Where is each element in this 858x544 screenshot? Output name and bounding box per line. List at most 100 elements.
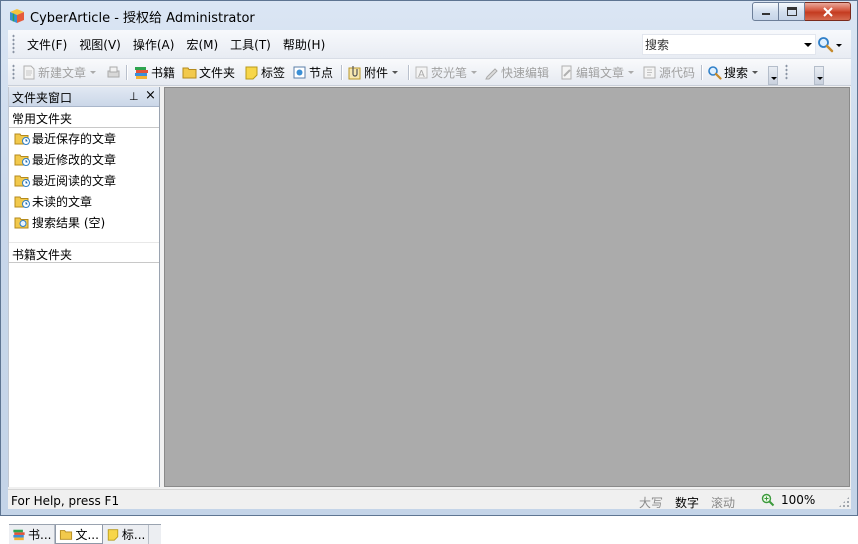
chevron-down-icon	[90, 70, 97, 74]
toolbar-grip[interactable]	[12, 64, 15, 80]
unread-folder-icon	[14, 196, 30, 208]
new-article-button[interactable]: 新建文章	[21, 62, 97, 82]
edit-document-icon	[561, 65, 572, 79]
edit-article-button[interactable]: 编辑文章	[559, 62, 635, 82]
attachment-icon	[348, 65, 361, 79]
list-item[interactable]: 最近修改的文章	[9, 149, 159, 170]
folders-label: 文件夹	[199, 65, 236, 80]
toolbar-separator	[701, 65, 702, 80]
toolbar-separator	[408, 65, 409, 80]
panel-close-icon[interactable]: ×	[145, 88, 156, 103]
tab-books[interactable]: 书...	[9, 525, 56, 544]
list-item[interactable]: 最近阅读的文章	[9, 170, 159, 191]
search-results-folder-icon	[14, 217, 29, 229]
source-code-icon	[643, 66, 656, 78]
panel-tabs: 书... 文... 标...	[9, 524, 161, 544]
menu-tools[interactable]: 工具(T)	[224, 36, 277, 53]
list-item-label: 搜索结果 (空)	[32, 216, 106, 230]
minimize-icon	[761, 12, 770, 15]
chevron-down-icon	[836, 43, 842, 47]
list-item[interactable]: 搜索结果 (空)	[9, 212, 159, 233]
menu-file[interactable]: 文件(F)	[21, 36, 73, 53]
edit-article-label: 编辑文章	[576, 65, 625, 80]
highlighter-label: 荧光笔	[431, 65, 468, 80]
close-button[interactable]	[805, 2, 851, 21]
tab-tags[interactable]: 标...	[103, 525, 150, 544]
books-icon	[135, 66, 148, 79]
recent-read-folder-icon	[14, 175, 30, 187]
list-item-label: 最近保存的文章	[32, 132, 117, 146]
print-button[interactable]	[106, 62, 123, 82]
zoom-control[interactable]: 100%	[761, 492, 815, 508]
tag-icon	[245, 66, 258, 79]
search-input[interactable]	[645, 37, 795, 53]
quick-edit-button[interactable]: 快速编辑	[484, 62, 549, 82]
menu-help[interactable]: 帮助(H)	[277, 36, 331, 53]
search-history-dropdown[interactable]	[804, 43, 812, 47]
common-folders-header[interactable]: 常用文件夹	[9, 107, 159, 128]
tab-folders[interactable]: 文...	[55, 525, 103, 544]
new-article-label: 新建文章	[38, 65, 87, 80]
source-code-button[interactable]: 源代码	[642, 62, 695, 82]
toolbar-overflow-button[interactable]	[768, 66, 778, 85]
tags-label: 标签	[261, 65, 286, 80]
caps-lock-indicator: 大写	[639, 496, 664, 510]
toolbar-search-button[interactable]: 搜索	[707, 62, 759, 82]
folder-icon	[60, 529, 73, 540]
minimize-button[interactable]	[752, 2, 779, 21]
scroll-lock-indicator: 滚动	[711, 496, 736, 510]
toolbar-overflow-button[interactable]	[814, 66, 824, 85]
window-title: CyberArticle - 授权给 Administrator	[30, 11, 255, 26]
search-go-button[interactable]	[817, 35, 847, 54]
highlighter-button[interactable]: A 荧光笔	[414, 62, 478, 82]
toolbar-separator	[341, 65, 342, 80]
client-area: 文件(F) 视图(V) 操作(A) 宏(M) 工具(T) 帮助(H) 搜索 新建…	[8, 30, 851, 544]
num-lock-indicator: 数字	[675, 496, 700, 510]
status-help-text: For Help, press F1	[11, 494, 120, 508]
resize-grip[interactable]	[838, 496, 850, 508]
mdi-client-area[interactable]	[164, 87, 850, 487]
magnifier-icon	[818, 37, 834, 53]
folder-panel-title: 文件夹窗口	[12, 91, 73, 105]
books-icon	[13, 529, 25, 541]
recent-saved-folder-icon	[14, 133, 30, 145]
close-icon	[822, 6, 833, 17]
menu-action[interactable]: 操作(A)	[127, 36, 181, 53]
pencil-icon	[485, 67, 498, 79]
list-item[interactable]: 未读的文章	[9, 191, 159, 212]
list-item-label: 未读的文章	[32, 195, 93, 209]
list-item[interactable]: 最近保存的文章	[9, 128, 159, 149]
new-document-icon	[23, 65, 35, 79]
attachments-button[interactable]: 附件	[347, 62, 399, 82]
menu-items: 文件(F) 视图(V) 操作(A) 宏(M) 工具(T) 帮助(H)	[21, 36, 331, 53]
menu-view[interactable]: 视图(V)	[73, 36, 127, 53]
nodes-button[interactable]: 节点	[292, 62, 333, 82]
tab-label: 标...	[121, 528, 146, 542]
pin-icon[interactable]: ⊥	[129, 90, 139, 103]
tags-button[interactable]: 标签	[244, 62, 285, 82]
tab-label: 书...	[28, 528, 52, 542]
title-bar[interactable]: CyberArticle - 授权给 Administrator	[1, 1, 857, 30]
maximize-button[interactable]	[779, 2, 805, 21]
attachments-label: 附件	[364, 65, 389, 80]
menu-bar: 文件(F) 视图(V) 操作(A) 宏(M) 工具(T) 帮助(H)	[8, 30, 851, 59]
tag-icon	[107, 529, 119, 541]
toolbar-separator	[126, 65, 127, 80]
books-label: 书籍	[151, 65, 176, 80]
folder-panel-header: 文件夹窗口 ⊥ ×	[9, 87, 159, 107]
magnifier-icon	[708, 65, 722, 80]
nodes-label: 节点	[309, 65, 334, 80]
toolbar-grip[interactable]	[785, 64, 788, 80]
folder-panel: 文件夹窗口 ⊥ × 常用文件夹 最近保存的文章 最近修改的文章 最近阅读的文章	[8, 87, 161, 544]
status-bar: For Help, press F1 大写 数字 滚动 100%	[8, 489, 851, 510]
folders-button[interactable]: 文件夹	[182, 62, 235, 82]
maximize-icon	[786, 7, 797, 16]
book-folders-header[interactable]: 书籍文件夹	[9, 242, 159, 263]
folder-icon	[182, 67, 197, 78]
books-button[interactable]: 书籍	[134, 62, 175, 82]
menu-macro[interactable]: 宏(M)	[180, 36, 224, 53]
source-code-label: 源代码	[659, 65, 696, 80]
chevron-down-icon	[628, 70, 635, 74]
caption-buttons	[752, 2, 851, 22]
menubar-grip[interactable]	[12, 34, 15, 54]
